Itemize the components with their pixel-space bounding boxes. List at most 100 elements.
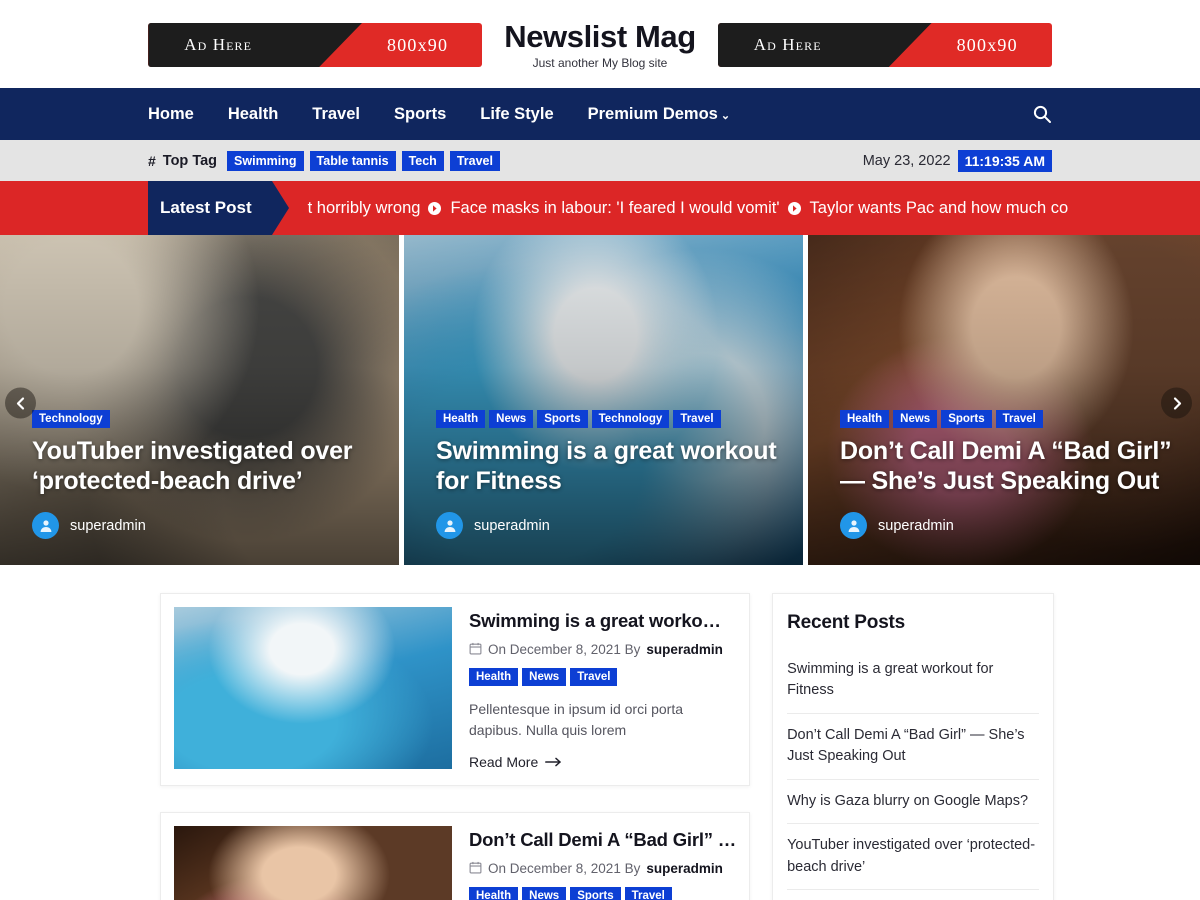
recent-post-item[interactable]: How vaccine drive went horribly wrong: [787, 890, 1039, 900]
slide-youtuber[interactable]: Technology YouTuber investigated over ‘p…: [0, 235, 399, 565]
recent-post-item[interactable]: Don’t Call Demi A “Bad Girl” — She’s Jus…: [787, 714, 1040, 780]
top-tag-label: # Top Tag: [148, 153, 217, 169]
read-more-link[interactable]: Read More: [469, 754, 562, 770]
nav-label: Home: [148, 104, 194, 123]
hash-icon: #: [148, 152, 156, 169]
category-pill-travel[interactable]: Travel: [570, 667, 618, 686]
ticker-item-label: t horribly wrong: [307, 198, 421, 217]
top-tag-bar: # Top Tag Swimming Table tannis Tech Tra…: [0, 140, 1200, 181]
arrow-right-icon: [545, 754, 562, 770]
category-pill-travel[interactable]: Travel: [624, 886, 672, 900]
post-categories: Health News Sports Travel: [469, 886, 736, 900]
category-pill-technology[interactable]: Technology: [32, 410, 110, 428]
nav-item-health[interactable]: Health: [228, 105, 278, 124]
nav-item-travel[interactable]: Travel: [312, 105, 360, 124]
ticker-item[interactable]: t horribly wrong: [308, 199, 421, 218]
slide-demi[interactable]: Health News Sports Travel Don’t Call Dem…: [808, 235, 1200, 565]
nav-label: Health: [227, 104, 279, 123]
nav-item-life-style[interactable]: Life Style: [480, 105, 553, 124]
latest-post-badge: Latest Post: [148, 181, 289, 235]
slide-categories: Health News Sports Technology Travel: [436, 410, 779, 428]
post-meta: On December 8, 2021 By superadmin: [469, 861, 736, 877]
category-pill-sports[interactable]: Sports: [941, 410, 992, 428]
recent-post-item[interactable]: Why is Gaza blurry on Google Maps?: [787, 780, 1040, 825]
slide-content: Technology YouTuber investigated over ‘p…: [32, 410, 375, 539]
top-tag-text: Top Tag: [162, 152, 218, 169]
category-pill-news[interactable]: News: [489, 410, 534, 428]
ad-banner-left[interactable]: Ad Here 800x90: [148, 23, 483, 67]
post-author[interactable]: superadmin: [646, 642, 723, 657]
tag-pill-swimming[interactable]: Swimming: [227, 150, 304, 171]
category-pill-news[interactable]: News: [893, 410, 938, 428]
tag-pill-travel[interactable]: Travel: [449, 150, 500, 171]
category-pill-technology[interactable]: Technology: [591, 410, 670, 428]
ticker-item-label: Face masks in labour: 'I feared I would …: [450, 198, 780, 217]
ad-banner-right-label: Ad Here: [753, 35, 822, 54]
slider-next-button[interactable]: [1161, 387, 1192, 419]
nav-item-sports[interactable]: Sports: [394, 105, 446, 124]
avatar: [32, 512, 59, 539]
post-card-swimming[interactable]: Swimming is a great worko… On December 8…: [160, 593, 751, 787]
category-pill-sports[interactable]: Sports: [570, 886, 621, 900]
post-date: On December 8, 2021 By: [488, 642, 641, 658]
category-pill-travel[interactable]: Travel: [995, 410, 1043, 428]
author-name: superadmin: [474, 517, 550, 534]
post-categories: Health News Travel: [469, 667, 736, 686]
category-pill-health[interactable]: Health: [469, 667, 519, 686]
post-list: Swimming is a great worko… On December 8…: [160, 593, 751, 900]
slide-content: Health News Sports Travel Don’t Call Dem…: [840, 410, 1184, 539]
tag-pill-tech[interactable]: Tech: [401, 150, 444, 171]
slider-prev-button[interactable]: [5, 387, 36, 419]
post-card-demi[interactable]: Don’t Call Demi A “Bad Girl” … On Decemb…: [160, 812, 751, 900]
category-pill-sports[interactable]: Sports: [537, 410, 588, 428]
post-date: On December 8, 2021 By: [488, 861, 641, 877]
current-time: 11:19:35 AM: [957, 149, 1052, 172]
slide-author[interactable]: superadmin: [840, 512, 1184, 539]
slide-author[interactable]: superadmin: [436, 512, 779, 539]
post-title[interactable]: Don’t Call Demi A “Bad Girl” …: [469, 829, 736, 852]
post-thumbnail[interactable]: [174, 826, 452, 900]
slide-title[interactable]: Don’t Call Demi A “Bad Girl” — She’s Jus…: [840, 437, 1184, 496]
nav-item-premium-demos[interactable]: Premium Demos ⌄: [588, 105, 730, 124]
search-icon[interactable]: [1032, 104, 1052, 124]
category-pill-travel[interactable]: Travel: [673, 410, 721, 428]
post-author[interactable]: superadmin: [646, 861, 723, 876]
avatar: [436, 512, 463, 539]
post-excerpt: Pellentesque in ipsum id orci porta dapi…: [469, 700, 684, 738]
recent-post-item[interactable]: YouTuber investigated over ‘protected-be…: [787, 824, 1040, 891]
slide-title[interactable]: YouTuber investigated over ‘protected-be…: [32, 437, 375, 496]
circle-arrow-icon: [787, 201, 801, 215]
category-pill-health[interactable]: Health: [469, 886, 519, 900]
slide-categories: Technology: [32, 410, 375, 428]
author-name: superadmin: [70, 517, 146, 534]
slide-author[interactable]: superadmin: [32, 512, 375, 539]
date-time-group: May 23, 2022 11:19:35 AM: [863, 149, 1052, 172]
nav-label: Sports: [394, 104, 447, 123]
recent-post-item[interactable]: Swimming is a great workout for Fitness: [787, 648, 1040, 714]
circle-arrow-icon: [428, 201, 442, 215]
tag-pill-table-tannis[interactable]: Table tannis: [309, 150, 396, 171]
nav-item-home[interactable]: Home: [148, 105, 194, 124]
nav-label: Premium Demos: [587, 104, 718, 123]
avatar: [840, 512, 867, 539]
recent-posts-widget: Recent Posts Swimming is a great workout…: [772, 593, 1055, 900]
slide-title[interactable]: Swimming is a great workout for Fitness: [436, 437, 779, 496]
main-content: Swimming is a great worko… On December 8…: [0, 571, 1200, 900]
slide-swimming[interactable]: Health News Sports Technology Travel Swi…: [404, 235, 803, 565]
category-pill-news[interactable]: News: [522, 667, 567, 686]
ticker-item[interactable]: Face masks in labour: 'I feared I would …: [428, 198, 780, 218]
post-thumbnail[interactable]: [174, 607, 452, 769]
calendar-icon: [469, 861, 482, 877]
post-title[interactable]: Swimming is a great worko…: [469, 610, 736, 633]
site-tagline: Just another My Blog site: [532, 56, 668, 71]
ticker-item[interactable]: Taylor wants Pac and how much co: [787, 198, 1069, 218]
sidebar: Recent Posts Swimming is a great workout…: [772, 593, 1055, 900]
category-pill-health[interactable]: Health: [436, 410, 486, 428]
category-pill-health[interactable]: Health: [840, 410, 890, 428]
category-pill-news[interactable]: News: [522, 886, 567, 900]
ad-banner-right[interactable]: Ad Here 800x90: [717, 23, 1052, 67]
ticker-item-label: Taylor wants Pac and how much co: [809, 198, 1069, 217]
site-brand[interactable]: Newslist Mag Just another My Blog site: [498, 19, 702, 71]
ad-banner-right-size: 800x90: [956, 34, 1018, 55]
slide-content: Health News Sports Technology Travel Swi…: [436, 410, 779, 539]
